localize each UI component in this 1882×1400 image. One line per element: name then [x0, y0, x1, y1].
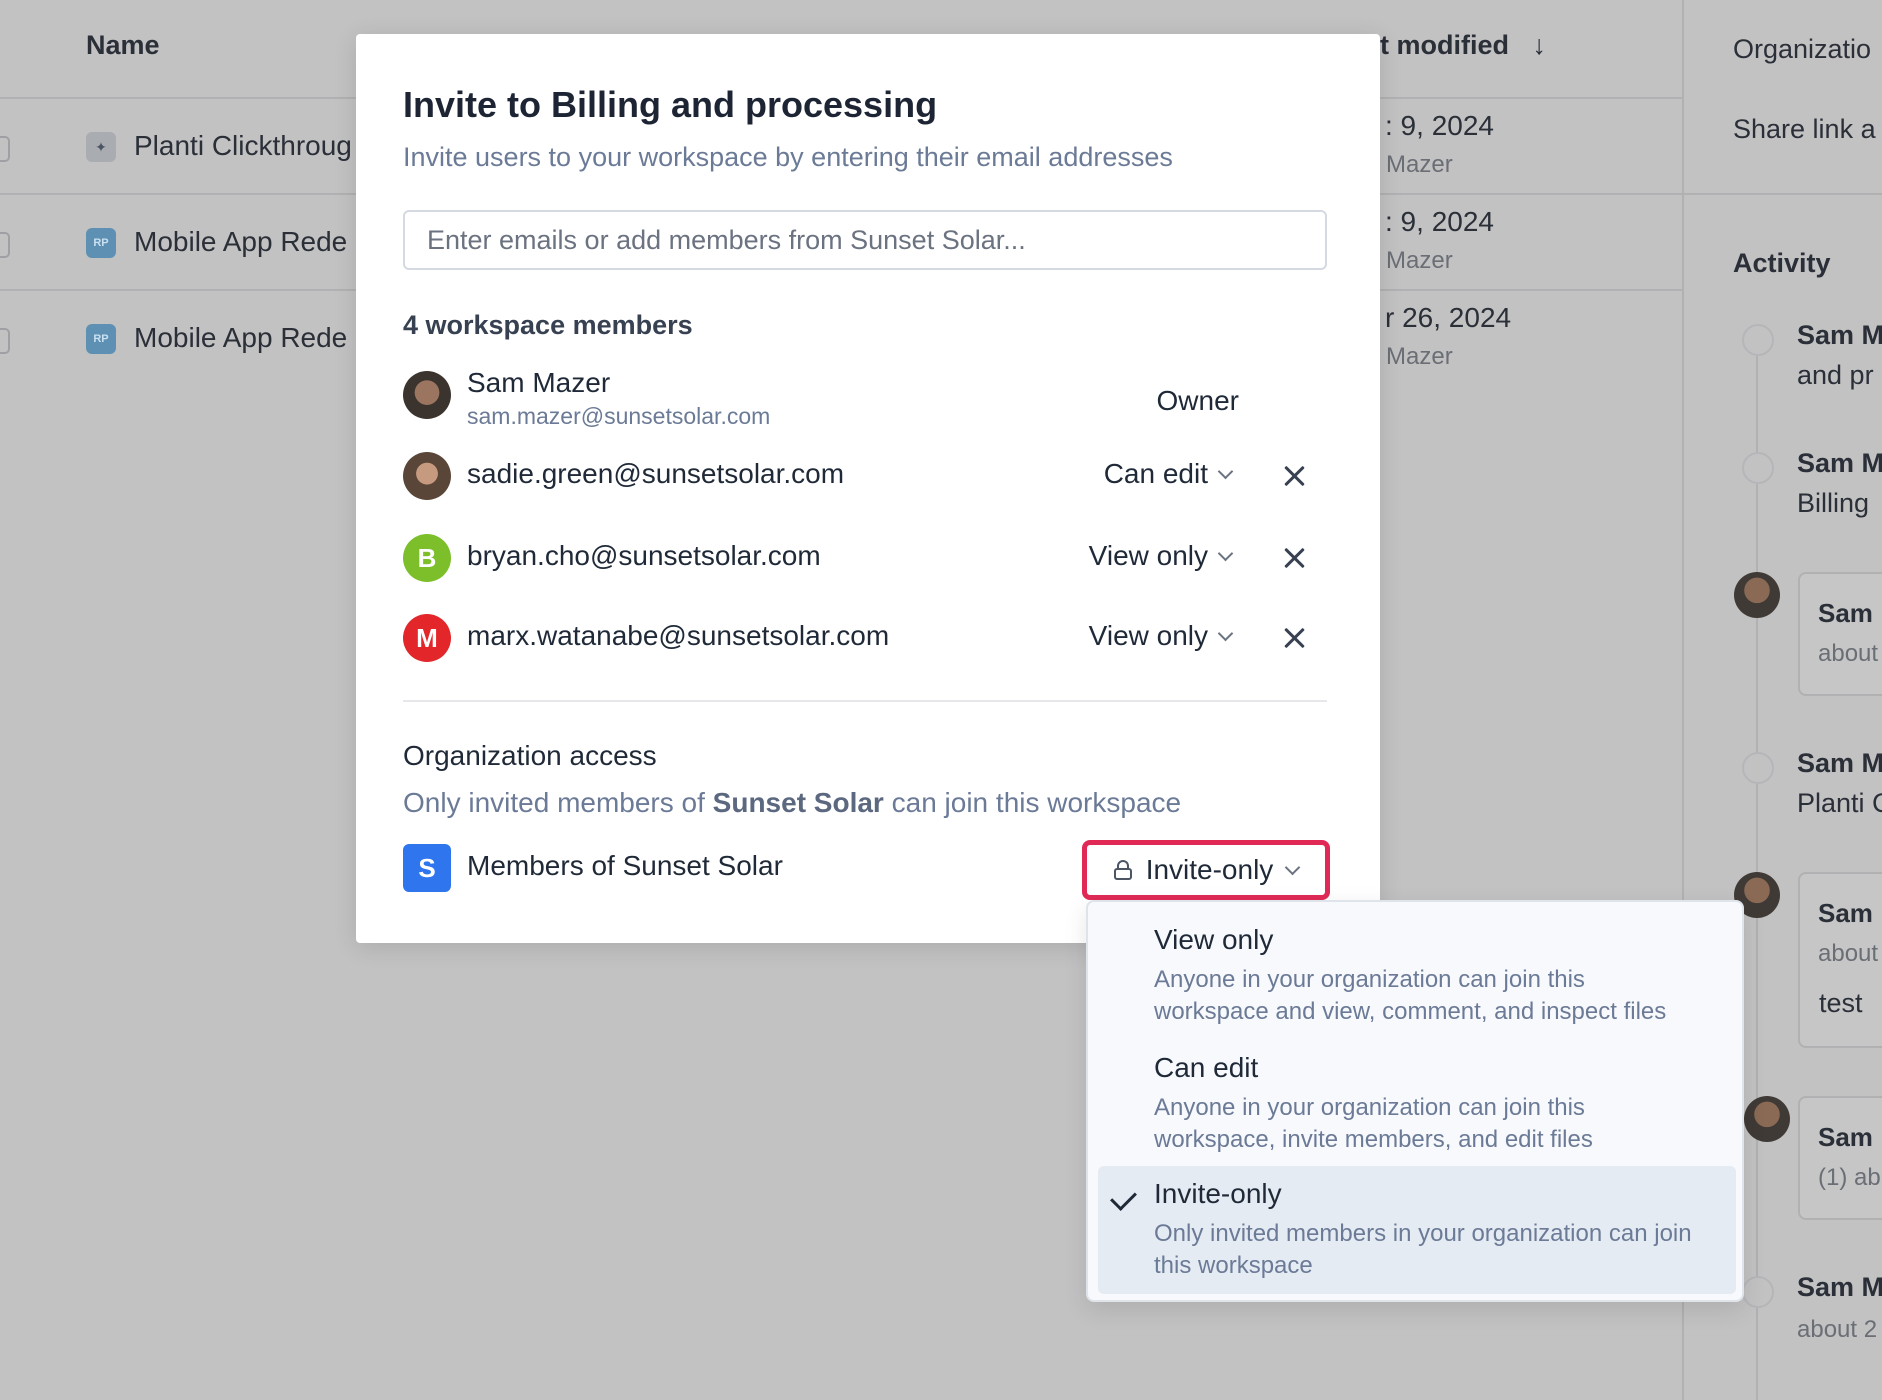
comment-author: Sam	[1818, 898, 1873, 928]
avatar	[1734, 572, 1780, 618]
member-name: Sam Mazer	[467, 367, 611, 398]
member-email: marx.watanabe@sunsetsolar.com	[467, 620, 890, 651]
lock-icon	[1113, 860, 1132, 880]
member-email: sam.mazer@sunsetsolar.com	[467, 403, 771, 429]
option-label: View only	[1154, 924, 1274, 955]
org-avatar: S	[403, 844, 451, 892]
activity-user: Sam M	[1797, 748, 1882, 778]
comment-author: Sam	[1818, 598, 1873, 628]
member-role-dropdown[interactable]: View only	[1088, 620, 1234, 652]
option-description: Anyone in your organization can join thi…	[1154, 966, 1667, 1025]
modified-date: : 9, 2024	[1385, 206, 1494, 237]
org-access-description: Only invited members of Sunset Solar can…	[403, 787, 1182, 818]
activity-text: and pr	[1797, 360, 1874, 390]
member-row-owner: Sam Mazer sam.mazer@sunsetsolar.com Owne…	[403, 367, 1327, 429]
row-checkbox[interactable]	[0, 232, 10, 258]
checkmark-icon	[1110, 1184, 1137, 1211]
share-link-label[interactable]: Share link a	[1733, 114, 1876, 145]
modal-title: Invite to Billing and processing	[403, 84, 938, 125]
email-input[interactable]: Enter emails or add members from Sunset …	[403, 210, 1327, 270]
org-access-value: Invite-only	[1145, 854, 1274, 885]
member-role-label: View only	[1088, 620, 1208, 651]
file-name[interactable]: Mobile App Rede	[134, 226, 347, 258]
email-input-placeholder: Enter emails or add members from Sunset …	[427, 224, 1026, 255]
comment-time: about	[1818, 640, 1879, 667]
member-role-dropdown[interactable]: Can edit	[1103, 458, 1234, 490]
modified-author: Mazer	[1386, 343, 1453, 370]
chevron-down-icon	[1217, 463, 1234, 479]
org-group-label: Members of Sunset Solar	[467, 850, 783, 881]
remove-member-icon[interactable]	[1281, 544, 1309, 572]
owner-role-label: Owner	[1156, 385, 1239, 416]
section-divider	[403, 700, 1327, 702]
activity-user: Sam M	[1797, 1272, 1882, 1302]
avatar: M	[403, 614, 451, 662]
chevron-down-icon	[1285, 859, 1301, 875]
modified-author: Mazer	[1386, 247, 1453, 274]
menu-option-view-only[interactable]: View only Anyone in your organization ca…	[1098, 914, 1736, 1032]
activity-text: Planti C	[1797, 788, 1882, 818]
comment-card[interactable]	[1798, 1096, 1882, 1220]
option-description: Anyone in your organization can join thi…	[1154, 1094, 1593, 1153]
org-access-heading: Organization access	[403, 740, 657, 771]
chevron-down-icon	[1217, 625, 1234, 641]
comment-author: Sam	[1818, 1122, 1873, 1152]
member-role-label: Can edit	[1103, 458, 1208, 489]
chevron-down-icon	[1217, 545, 1234, 561]
avatar: B	[403, 534, 451, 582]
member-role-dropdown[interactable]: View only	[1088, 540, 1234, 572]
planti-file-icon: ✦	[86, 132, 116, 162]
timeline-dot	[1742, 324, 1774, 356]
activity-user: Sam M	[1797, 320, 1882, 350]
comment-body: test	[1819, 988, 1863, 1018]
menu-option-invite-only[interactable]: Invite-only Only invited members in your…	[1098, 1166, 1736, 1294]
remove-member-icon[interactable]	[1281, 462, 1309, 490]
members-heading: 4 workspace members	[403, 310, 693, 340]
rp-file-icon: RP	[86, 324, 116, 354]
modified-author: Mazer	[1386, 151, 1453, 178]
column-header-last-modified[interactable]: t modified ↓	[1380, 30, 1546, 61]
member-email: sadie.green@sunsetsolar.com	[467, 458, 845, 489]
comment-time: about	[1818, 940, 1879, 967]
org-access-dropdown[interactable]: Invite-only	[1082, 840, 1330, 900]
org-name: Sunset Solar	[712, 787, 884, 818]
option-label: Can edit	[1154, 1052, 1259, 1083]
activity-text: Billing	[1797, 488, 1870, 518]
file-name[interactable]: Mobile App Rede	[134, 322, 347, 354]
modified-date: : 9, 2024	[1385, 110, 1494, 141]
avatar	[403, 371, 451, 419]
row-checkbox[interactable]	[0, 136, 10, 162]
modal-subtitle: Invite users to your workspace by enteri…	[403, 142, 1173, 172]
menu-option-can-edit[interactable]: Can edit Anyone in your organization can…	[1098, 1042, 1736, 1160]
timeline-dot	[1742, 1276, 1774, 1308]
modified-date: r 26, 2024	[1385, 302, 1512, 333]
avatar	[1744, 1096, 1790, 1142]
sort-arrow-down-icon: ↓	[1532, 30, 1547, 60]
member-email: bryan.cho@sunsetsolar.com	[467, 540, 821, 571]
member-row: M marx.watanabe@sunsetsolar.com View onl…	[403, 614, 1327, 664]
panel-divider	[1684, 193, 1882, 195]
option-description: Only invited members in your organizatio…	[1154, 1220, 1692, 1279]
invite-modal: Invite to Billing and processing Invite …	[356, 34, 1380, 943]
activity-user: Sam M	[1797, 448, 1882, 478]
comment-card[interactable]	[1798, 572, 1882, 696]
activity-heading: Activity	[1733, 248, 1831, 278]
timeline-dot	[1742, 452, 1774, 484]
comment-time: (1) ab	[1818, 1164, 1881, 1191]
member-role-label: View only	[1088, 540, 1208, 571]
remove-member-icon[interactable]	[1281, 624, 1309, 652]
organization-label: Organizatio	[1733, 34, 1872, 64]
column-header-name[interactable]: Name	[86, 30, 160, 61]
file-name[interactable]: Planti Clickthroug	[134, 130, 352, 162]
activity-time: about 2	[1797, 1316, 1878, 1343]
option-label: Invite-only	[1154, 1178, 1282, 1209]
timeline-dot	[1742, 752, 1774, 784]
member-row: B bryan.cho@sunsetsolar.com View only	[403, 534, 1327, 584]
rp-file-icon: RP	[86, 228, 116, 258]
row-checkbox[interactable]	[0, 328, 10, 354]
access-dropdown-menu: View only Anyone in your organization ca…	[1086, 900, 1744, 1302]
avatar	[403, 452, 451, 500]
member-row: sadie.green@sunsetsolar.com Can edit	[403, 452, 1327, 502]
